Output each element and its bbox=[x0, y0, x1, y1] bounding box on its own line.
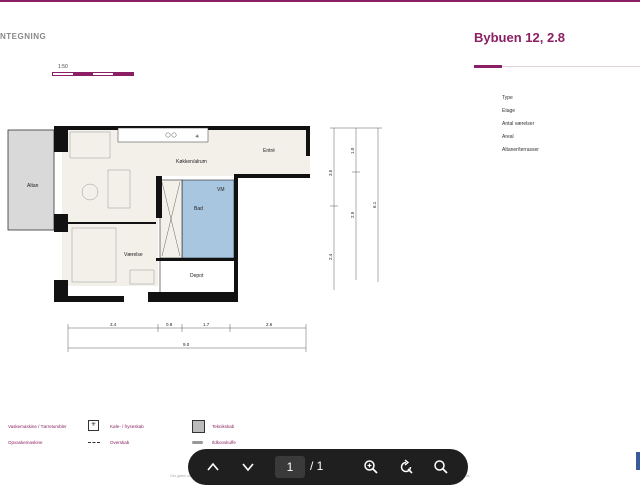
property-list: Type Etage Antal værelser Areal Altaner/… bbox=[502, 95, 539, 160]
dim-v-left-1: 3.5 bbox=[328, 169, 333, 176]
room-label-vm: VM bbox=[217, 187, 225, 193]
dim-h-4: 2.6 bbox=[266, 322, 273, 327]
corner-widget bbox=[636, 452, 640, 470]
fridge-symbol-icon: ✳ bbox=[88, 420, 99, 431]
dim-v-total: 6.1 bbox=[372, 201, 377, 208]
horizontal-dimensions bbox=[67, 324, 307, 352]
dim-v-mid-1: 1.0 bbox=[350, 147, 355, 154]
living-floor bbox=[62, 176, 158, 286]
property-area: Areal bbox=[502, 134, 514, 140]
vertical-dimensions bbox=[330, 127, 382, 290]
page-number-input[interactable]: 1 bbox=[275, 456, 305, 478]
chevron-up-icon bbox=[207, 462, 219, 471]
balcony-area bbox=[7, 129, 55, 231]
room-label-altan: Altan bbox=[27, 183, 39, 189]
dim-h-1: 3.4 bbox=[110, 322, 117, 327]
dim-v-left-2: 2.4 bbox=[328, 253, 333, 260]
rotate-icon bbox=[400, 459, 413, 474]
bathroom-floor bbox=[181, 179, 235, 259]
dim-total-width: 9.0 bbox=[183, 342, 190, 347]
drawer-icon bbox=[192, 441, 203, 444]
legend-fridge: Køle- / fryseskab bbox=[110, 424, 144, 429]
scale-label: 1:50 bbox=[58, 64, 68, 70]
property-floor: Etage bbox=[502, 108, 516, 114]
chevron-down-icon bbox=[242, 463, 254, 472]
overhead-cabinet-icon bbox=[88, 442, 100, 443]
page-title: Bybuen 12, 2.8 bbox=[474, 30, 566, 45]
scale-bar bbox=[52, 72, 134, 76]
search-icon bbox=[434, 460, 448, 474]
property-type: Type bbox=[502, 95, 513, 101]
page-total: / 1 bbox=[310, 459, 324, 473]
room-label-bad: Bad bbox=[194, 206, 203, 212]
dim-v-mid-2: 2.9 bbox=[350, 211, 355, 218]
legend-overhead-cabinet: Overskab bbox=[110, 440, 130, 445]
document-header-label: NTEGNING bbox=[0, 32, 47, 41]
title-divider-accent bbox=[474, 65, 502, 68]
tech-cabinet-icon bbox=[192, 420, 205, 433]
legend-tech-cabinet: Teknikskab bbox=[212, 424, 235, 429]
search-button[interactable] bbox=[431, 457, 451, 477]
previous-page-button[interactable] bbox=[203, 457, 223, 477]
legend-drawer: Ildkonskuffe bbox=[212, 440, 236, 445]
room-label-depot: Depot bbox=[190, 273, 204, 279]
property-balconies: Altaner/terrasser bbox=[502, 147, 539, 153]
legend-washer: Vaskemaskine / Tørretumbler bbox=[8, 424, 67, 429]
dim-h-3: 1.7 bbox=[203, 322, 210, 327]
zoom-in-button[interactable] bbox=[361, 457, 381, 477]
next-page-button[interactable] bbox=[238, 457, 258, 477]
zoom-in-icon bbox=[364, 460, 378, 474]
legend-dishwasher: Opvaskemaskine bbox=[8, 440, 43, 445]
top-accent-line bbox=[0, 0, 640, 2]
dim-h-2: 0.8 bbox=[166, 322, 173, 327]
rotate-button[interactable] bbox=[396, 457, 416, 477]
property-rooms: Antal værelser bbox=[502, 121, 535, 127]
floor-plan: ✳ Altan Køkken/alrum Entré Bad VM Værels… bbox=[7, 126, 382, 352]
svg-text:✳: ✳ bbox=[195, 134, 199, 140]
room-label-kitchen: Køkken/alrum bbox=[176, 159, 207, 165]
room-label-entre: Entré bbox=[263, 148, 275, 154]
room-label-vaerelse: Værelse bbox=[124, 252, 143, 258]
